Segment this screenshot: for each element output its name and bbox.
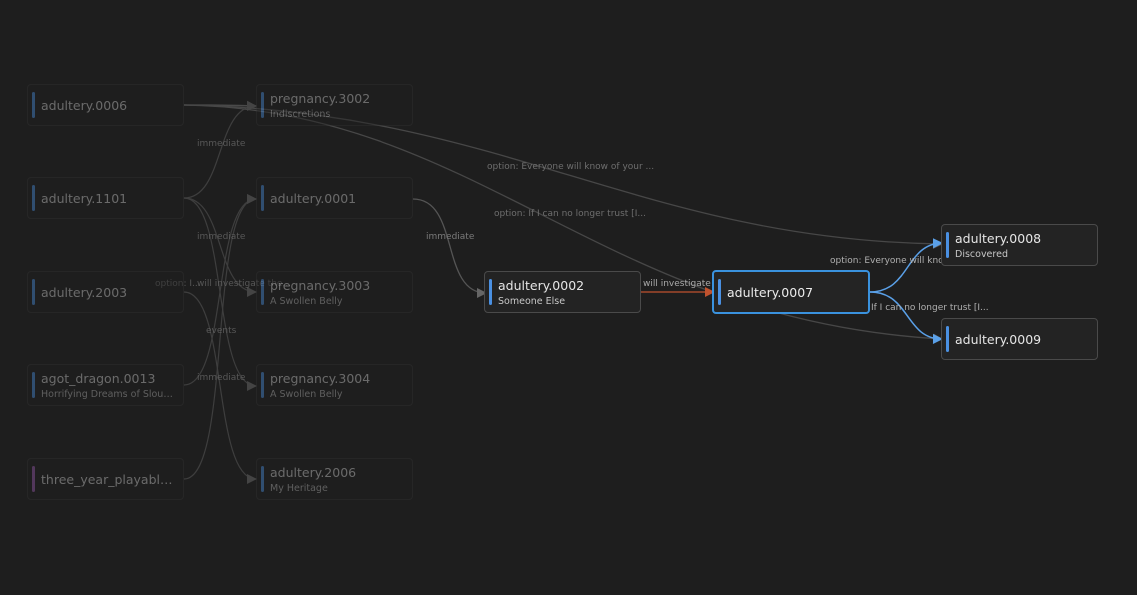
node-title: adultery.2003 <box>41 285 128 300</box>
edge-2003-2006 <box>183 291 257 484</box>
node-color-bar <box>32 466 35 492</box>
node-subtitle: Horrifying Dreams of Sloug... <box>41 389 175 400</box>
edge-1101-p3003 <box>183 197 257 297</box>
edge-dragon-0001 <box>183 194 257 386</box>
node-adultery-1101[interactable]: adultery.1101 <box>27 177 184 219</box>
node-title: pregnancy.3003 <box>270 278 371 293</box>
edge-1101-p3002 <box>183 101 257 199</box>
node-subtitle: Discovered <box>955 249 1008 260</box>
edge-label-immediate: immediate <box>197 139 246 149</box>
node-color-bar <box>718 279 721 305</box>
edge-label-events: events <box>206 326 237 336</box>
node-adultery-0001[interactable]: adultery.0001 <box>256 177 413 219</box>
node-color-bar <box>946 232 949 258</box>
edge-label-option-trust: If I can no longer trust [I... <box>871 303 989 313</box>
edge-0007-0009 <box>869 291 943 344</box>
node-color-bar <box>32 279 35 305</box>
node-subtitle: A Swollen Belly <box>270 296 343 307</box>
node-title: adultery.0001 <box>270 191 357 206</box>
node-title: adultery.0009 <box>955 332 1042 347</box>
edge-label-option-everyone: option: Everyone will know of your ... <box>487 162 655 172</box>
node-title: three_year_playable_... <box>41 472 175 487</box>
node-subtitle: Indiscretions <box>270 109 331 120</box>
edge-0007-0008 <box>869 238 943 293</box>
node-adultery-0006[interactable]: adultery.0006 <box>27 84 184 126</box>
edge-label-immediate: immediate <box>426 232 475 242</box>
node-pregnancy-3004[interactable]: pregnancy.3004 A Swollen Belly <box>256 364 413 406</box>
node-color-bar <box>261 372 264 398</box>
node-color-bar <box>261 185 264 211</box>
node-title: adultery.0008 <box>955 231 1042 246</box>
node-adultery-2003[interactable]: adultery.2003 <box>27 271 184 313</box>
node-adultery-0009[interactable]: adultery.0009 <box>941 318 1098 360</box>
node-color-bar <box>946 326 949 352</box>
node-three-year-playable[interactable]: three_year_playable_... <box>27 458 184 500</box>
node-title: adultery.0002 <box>498 278 585 293</box>
node-title: adultery.0006 <box>41 98 128 113</box>
node-title: adultery.0007 <box>727 285 814 300</box>
node-agot-dragon-0013[interactable]: agot_dragon.0013 Horrifying Dreams of Sl… <box>27 364 184 406</box>
edge-label-immediate: immediate <box>197 232 246 242</box>
edge-label-option-everyone: option: Everyone will know <box>830 256 952 266</box>
edge-0001-0002 <box>412 198 487 298</box>
node-adultery-0007[interactable]: adultery.0007 <box>712 270 870 314</box>
node-title: pregnancy.3004 <box>270 371 371 386</box>
node-color-bar <box>261 466 264 492</box>
node-title: adultery.2006 <box>270 465 357 480</box>
node-title: pregnancy.3002 <box>270 91 371 106</box>
node-pregnancy-3002[interactable]: pregnancy.3002 Indiscretions <box>256 84 413 126</box>
node-color-bar <box>261 279 264 305</box>
node-adultery-0002[interactable]: adultery.0002 Someone Else <box>484 271 641 313</box>
node-subtitle: My Heritage <box>270 483 328 494</box>
edge-label-immediate: immediate <box>197 373 246 383</box>
node-title: adultery.1101 <box>41 191 128 206</box>
node-pregnancy-3003[interactable]: pregnancy.3003 A Swollen Belly <box>256 271 413 313</box>
node-color-bar <box>32 92 35 118</box>
edge-1101-p3004 <box>183 197 257 391</box>
node-color-bar <box>32 372 35 398</box>
node-adultery-2006[interactable]: adultery.2006 My Heritage <box>256 458 413 500</box>
node-color-bar <box>32 185 35 211</box>
edge-label-option-trust: option: If I can no longer trust [I... <box>494 209 646 219</box>
node-color-bar <box>489 279 492 305</box>
graph-canvas[interactable]: immediate immediate option: I... will in… <box>0 0 1137 595</box>
node-color-bar <box>261 92 264 118</box>
node-title: agot_dragon.0013 <box>41 371 156 386</box>
node-subtitle: Someone Else <box>498 296 566 307</box>
node-subtitle: A Swollen Belly <box>270 389 343 400</box>
edge-0006-p3002 <box>183 100 257 111</box>
node-adultery-0008[interactable]: adultery.0008 Discovered <box>941 224 1098 266</box>
